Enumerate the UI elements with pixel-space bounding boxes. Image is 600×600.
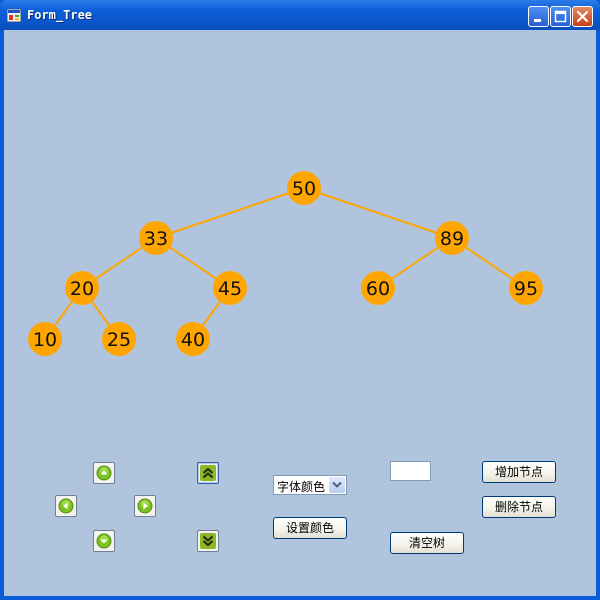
maximize-button[interactable] [550,6,571,27]
tree-node-33: 33 [139,221,173,255]
double-chevron-down-icon [200,533,216,549]
tree-node-label: 50 [292,178,316,200]
tree-canvas: 50 33 89 20 45 60 95 10 25 40 [28,171,543,356]
move-right-button[interactable] [134,495,156,517]
app-window: Form_Tree 50 33 89 20 45 60 95 10 25 40 [0,0,600,600]
add-node-button[interactable]: 增加节点 [482,461,556,483]
double-chevron-up-icon [200,465,216,481]
window-title: Form_Tree [27,8,93,22]
arrow-right-icon [137,498,153,514]
tree-node-40: 40 [176,322,210,356]
node-value-input[interactable] [390,461,431,481]
minimize-button[interactable] [528,6,549,27]
client-area: 50 33 89 20 45 60 95 10 25 40 字体颜色 设置颜色 … [4,30,596,596]
tree-edge [303,187,453,239]
tree-node-label: 25 [107,329,131,351]
chevron-down-icon [332,481,342,488]
tree-node-label: 89 [440,228,464,250]
tree-node-label: 10 [33,329,57,351]
tree-node-89: 89 [435,221,469,255]
delete-node-button[interactable]: 删除节点 [482,496,556,518]
arrow-down-icon [96,533,112,549]
close-button[interactable] [572,6,593,27]
tree-edge [155,187,305,239]
tree-node-label: 40 [181,329,205,351]
tree-node-label: 95 [514,278,538,300]
dropdown-button[interactable] [329,477,345,493]
move-left-button[interactable] [55,495,77,517]
scale-down-button[interactable] [197,530,219,552]
set-color-button[interactable]: 设置颜色 [273,517,347,539]
arrow-up-icon [96,465,112,481]
tree-node-label: 33 [144,228,168,250]
tree-node-label: 60 [366,278,390,300]
maximize-icon [554,10,567,23]
font-color-select-value: 字体颜色 [277,480,326,494]
tree-node-50: 50 [287,171,321,205]
move-down-button[interactable] [93,530,115,552]
tree-node-label: 20 [70,278,94,300]
tree-node-20: 20 [65,271,99,305]
minimize-icon [534,19,541,22]
close-icon [576,10,589,23]
clear-tree-button[interactable]: 清空树 [390,532,464,554]
app-icon [7,9,21,22]
tree-node-95: 95 [509,271,543,305]
tree-node-label: 45 [218,278,242,300]
font-color-select[interactable]: 字体颜色 [273,475,347,495]
title-bar[interactable]: Form_Tree [0,0,600,30]
arrow-left-icon [58,498,74,514]
scale-up-button[interactable] [197,462,219,484]
move-up-button[interactable] [93,462,115,484]
tree-node-60: 60 [361,271,395,305]
tree-node-25: 25 [102,322,136,356]
tree-node-45: 45 [213,271,247,305]
tree-node-10: 10 [28,322,62,356]
